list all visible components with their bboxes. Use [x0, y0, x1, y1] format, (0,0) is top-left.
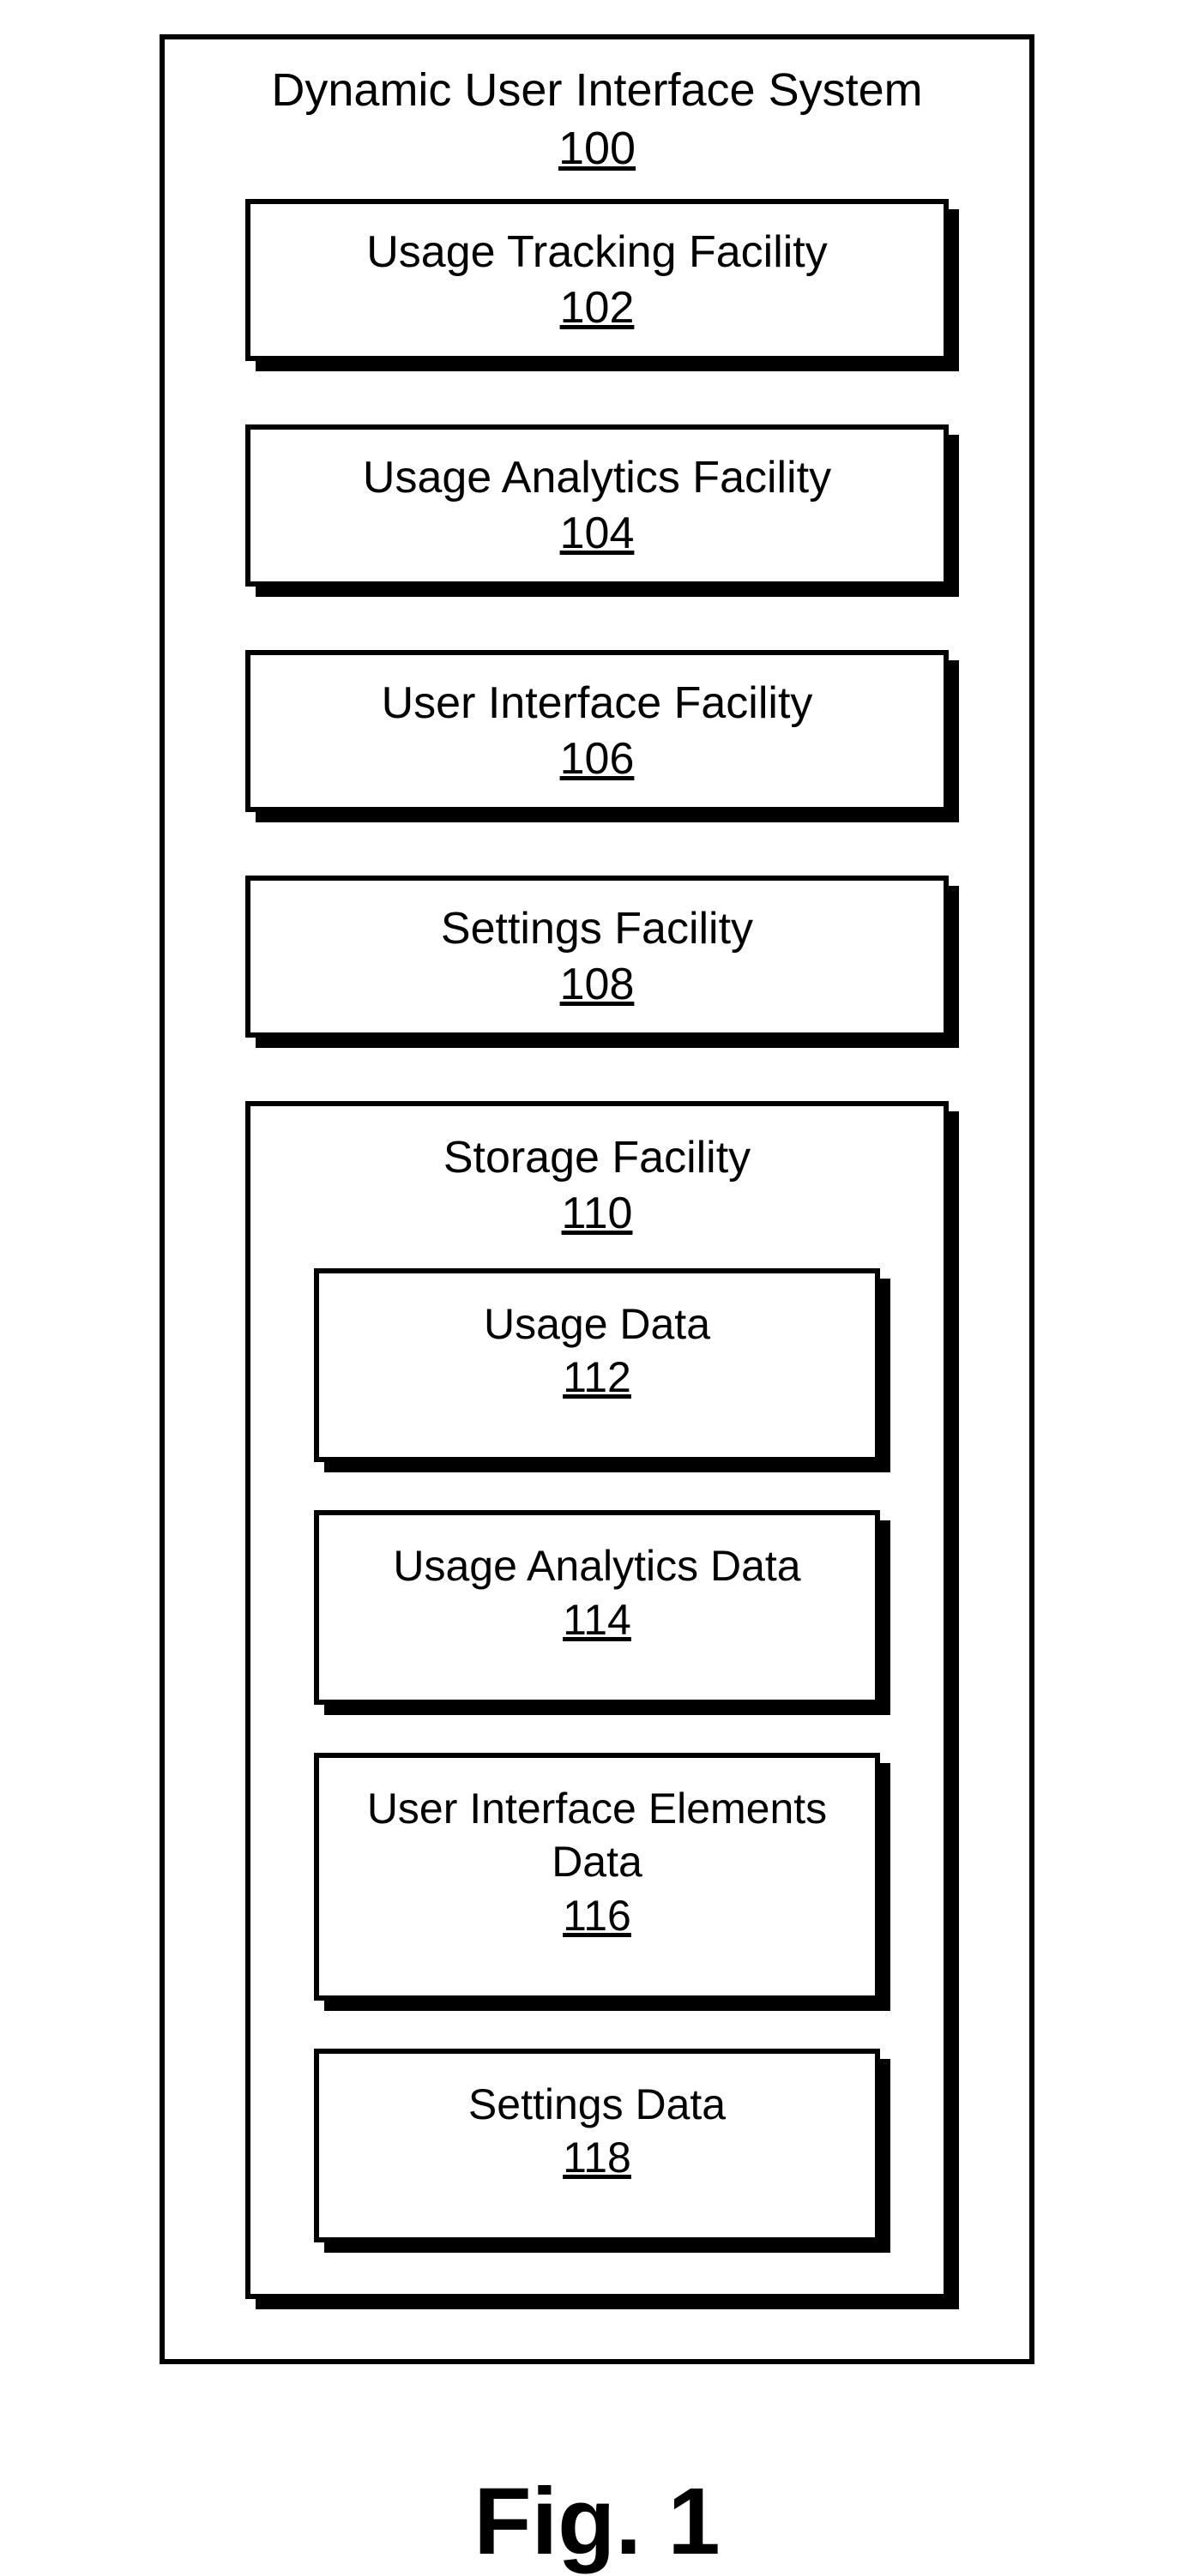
storage-box: Storage Facility 110 Usage Data 112 Usag… [245, 1101, 949, 2300]
system-title: Dynamic User Interface System [199, 62, 995, 120]
system-ref: 100 [199, 122, 995, 175]
facility-ref: 104 [276, 508, 918, 559]
data-title: Usage Analytics Data [353, 1539, 841, 1593]
data-title: User Interface Elements Data [353, 1782, 841, 1889]
facility-title: Usage Tracking Facility [276, 225, 918, 280]
data-box: Usage Data 112 [314, 1268, 880, 1463]
data-box: Usage Analytics Data 114 [314, 1510, 880, 1705]
facility-ref: 108 [276, 959, 918, 1010]
storage-ref: 110 [285, 1188, 909, 1239]
facility-title: User Interface Facility [276, 676, 918, 731]
facility-box: User Interface Facility 106 [245, 650, 949, 812]
system-box: Dynamic User Interface System 100 Usage … [160, 34, 1034, 2364]
figure-caption: Fig. 1 [473, 2467, 720, 2576]
data-title: Usage Data [353, 1297, 841, 1351]
facility-ref: 106 [276, 733, 918, 785]
data-title: Settings Data [353, 2078, 841, 2132]
data-box: User Interface Elements Data 116 [314, 1753, 880, 2001]
facility-box: Usage Analytics Facility 104 [245, 424, 949, 587]
facility-title: Usage Analytics Facility [276, 450, 918, 506]
data-ref: 112 [353, 1352, 841, 1402]
facility-box: Settings Facility 108 [245, 876, 949, 1038]
data-ref: 118 [353, 2133, 841, 2182]
facility-box: Usage Tracking Facility 102 [245, 199, 949, 361]
storage-title: Storage Facility [285, 1130, 909, 1186]
facility-ref: 102 [276, 282, 918, 334]
data-ref: 114 [353, 1595, 841, 1645]
data-box: Settings Data 118 [314, 2049, 880, 2243]
data-ref: 116 [353, 1891, 841, 1941]
facility-title: Settings Facility [276, 901, 918, 957]
